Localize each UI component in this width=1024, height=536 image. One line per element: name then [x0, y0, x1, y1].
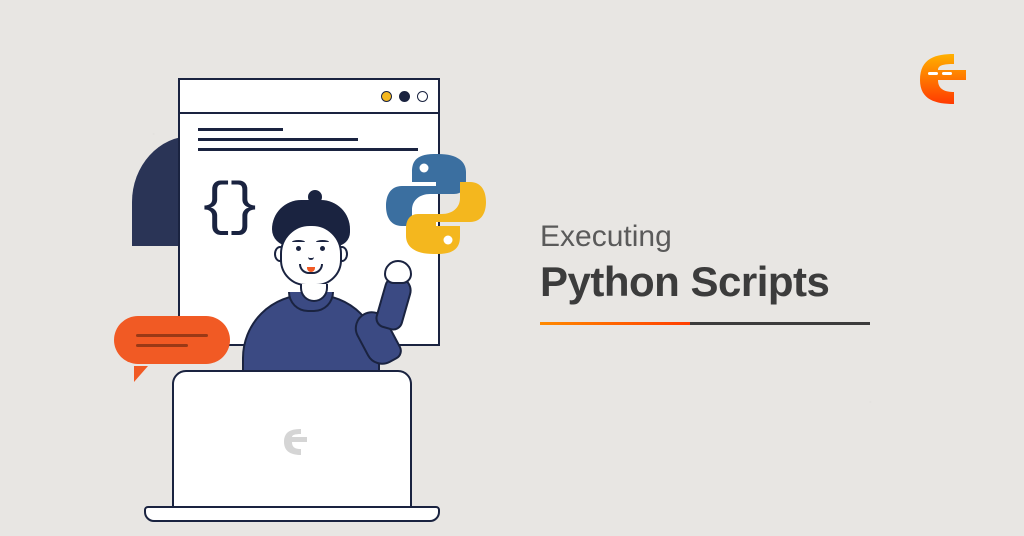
window-dot-yellow	[381, 91, 392, 102]
chat-bubble-icon	[114, 316, 230, 376]
python-logo-icon	[384, 152, 488, 256]
laptop-graphic	[144, 370, 440, 522]
title-underline	[540, 322, 870, 325]
window-dot-outline	[417, 91, 428, 102]
hero-illustration: {}	[90, 58, 470, 478]
title-main: Python Scripts	[540, 258, 870, 306]
coding-ninjas-logo	[906, 48, 966, 110]
title-prefix: Executing	[540, 220, 870, 254]
window-dot-dark	[399, 91, 410, 102]
laptop-back-logo	[277, 426, 307, 458]
page-title: Executing Python Scripts	[540, 220, 870, 325]
browser-titlebar	[180, 80, 438, 114]
